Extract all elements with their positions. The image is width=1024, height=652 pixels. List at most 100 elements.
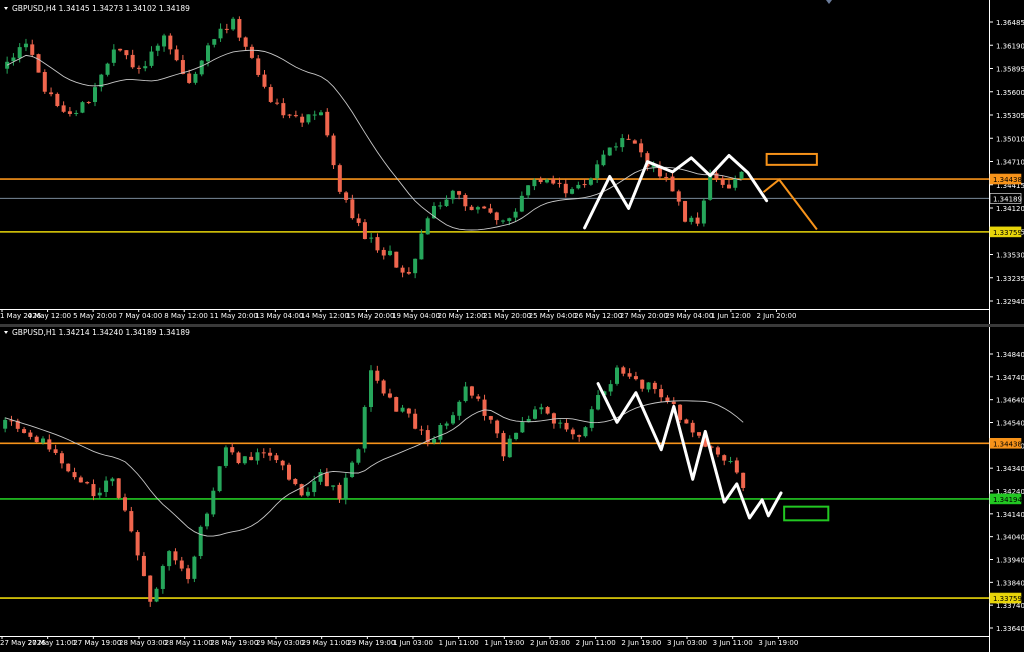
bear-candle: [299, 484, 304, 496]
bull-candle: [231, 18, 236, 30]
pane-separator[interactable]: [0, 324, 1024, 327]
yellow-price-label: 1.33759: [993, 229, 1022, 237]
bear-candle: [551, 178, 556, 184]
bull-candle: [306, 114, 311, 123]
bull-candle: [589, 409, 594, 428]
bear-candle: [714, 173, 719, 179]
price-tick-label: 1.33235: [996, 275, 1024, 283]
bear-candle: [639, 143, 644, 153]
bull-candle: [111, 49, 116, 63]
bear-candle: [256, 58, 261, 75]
bear-candle: [626, 138, 631, 140]
bull-candle: [444, 199, 449, 207]
time-tick-label: 2 Jun 20:00: [756, 312, 796, 320]
bull-candle: [74, 112, 79, 114]
h1-chart-pane[interactable]: 1.348401.347401.346401.345401.344401.343…: [0, 327, 1024, 652]
time-tick-label: 3 Jun 11:00: [713, 639, 753, 647]
bull-candle: [475, 207, 480, 210]
bear-candle: [55, 93, 60, 106]
h1-white-zigzag[interactable]: [596, 382, 783, 520]
h4-header-text: GBPUSD,H4 1.34145 1.34273 1.34102 1.3418…: [12, 4, 190, 13]
time-tick-label: 5 May 20:00: [73, 312, 117, 320]
time-tick-label: 11 May 20:00: [210, 312, 258, 320]
bull-candle: [97, 492, 102, 496]
price-tick-label: 1.34740: [996, 374, 1024, 382]
price-tick-label: 1.34340: [996, 465, 1024, 473]
bear-candle: [293, 478, 298, 485]
h4-symbol-header: GBPUSD,H4 1.34145 1.34273 1.34102 1.3418…: [4, 4, 190, 13]
bear-candle: [268, 87, 273, 102]
bear-candle: [148, 575, 153, 602]
bear-candle: [494, 212, 499, 221]
bull-candle: [513, 211, 518, 218]
bull-candle: [17, 47, 22, 59]
bear-candle: [236, 452, 241, 464]
bear-candle: [135, 532, 140, 556]
bull-candle: [154, 588, 159, 602]
bear-candle: [275, 102, 280, 104]
bull-candle: [614, 146, 618, 148]
bear-candle: [331, 135, 336, 166]
bear-candle: [670, 176, 675, 192]
bear-candle: [482, 399, 487, 416]
bear-candle: [249, 456, 254, 461]
bear-candle: [690, 422, 695, 433]
bear-candle: [337, 484, 342, 500]
time-tick-label: 29 May 04:00: [665, 312, 713, 320]
bear-candle: [173, 551, 178, 561]
bull-candle: [701, 200, 706, 224]
bear-candle: [337, 165, 342, 192]
price-tick-label: 1.33530: [996, 252, 1024, 260]
bull-candle: [41, 438, 45, 443]
bear-candle: [129, 511, 134, 532]
bull-candle: [620, 138, 625, 148]
bear-candle: [406, 271, 411, 274]
bear-candle: [671, 401, 676, 404]
bear-candle: [697, 432, 701, 436]
bear-candle: [720, 178, 725, 185]
h1-green-zone-rectangle[interactable]: [783, 505, 830, 522]
mt4-chart-window[interactable]: 1.36485 1.36190 1.35895 1.35600 1.35305 1.350…: [0, 0, 1024, 652]
bull-candle: [526, 185, 531, 196]
bear-candle: [224, 28, 229, 30]
bull-candle: [356, 449, 361, 463]
bear-candle: [72, 472, 77, 478]
time-tick-label: 29 May 11:00: [302, 639, 350, 647]
bear-candle: [627, 373, 632, 377]
h1-price-axis[interactable]: 1.348401.347401.346401.345401.344401.343…: [989, 351, 1024, 633]
bear-candle: [488, 416, 493, 420]
h4-chart-pane[interactable]: 1.36485 1.36190 1.35895 1.35600 1.35305 1.350…: [0, 0, 1024, 326]
bull-candle: [331, 485, 336, 487]
price-tick-label: 1.34840: [996, 351, 1024, 359]
bull-candle: [80, 102, 85, 113]
bull-candle: [369, 237, 374, 239]
bull-candle: [463, 386, 468, 402]
bear-candle: [324, 472, 329, 487]
bear-candle: [86, 102, 91, 104]
bull-candle: [419, 233, 424, 260]
bear-candle: [557, 182, 562, 184]
bull-candle: [110, 478, 115, 482]
collapse-triangle-icon[interactable]: [4, 331, 8, 334]
time-tick-label: 21 May 20:00: [483, 312, 531, 320]
bear-candle: [47, 439, 52, 450]
h1-horizontal-lines[interactable]: [0, 442, 989, 599]
price-tick-label: 1.35600: [996, 89, 1024, 97]
bear-candle: [659, 389, 664, 398]
bull-candle: [205, 513, 209, 527]
time-tick-label: 2 Jun 19:00: [621, 639, 661, 647]
bull-candle: [167, 551, 172, 567]
bear-candle: [387, 393, 392, 398]
price-tick-label: 1.32940: [996, 298, 1024, 306]
h1-time-axis[interactable]: 27 May 202627 May 11:0027 May 19:0028 Ma…: [0, 636, 798, 647]
bear-candle: [463, 195, 468, 207]
bear-candle: [350, 199, 355, 219]
bear-candle: [570, 429, 575, 435]
bear-candle: [261, 452, 266, 454]
time-tick-label: 4 May 12:00: [28, 312, 72, 320]
bull-candle: [388, 250, 393, 256]
orange-price-label: 1.34438: [993, 440, 1022, 448]
bull-candle: [199, 60, 204, 75]
time-tick-label: 27 May 11:00: [28, 639, 76, 647]
bear-candle: [300, 116, 305, 123]
